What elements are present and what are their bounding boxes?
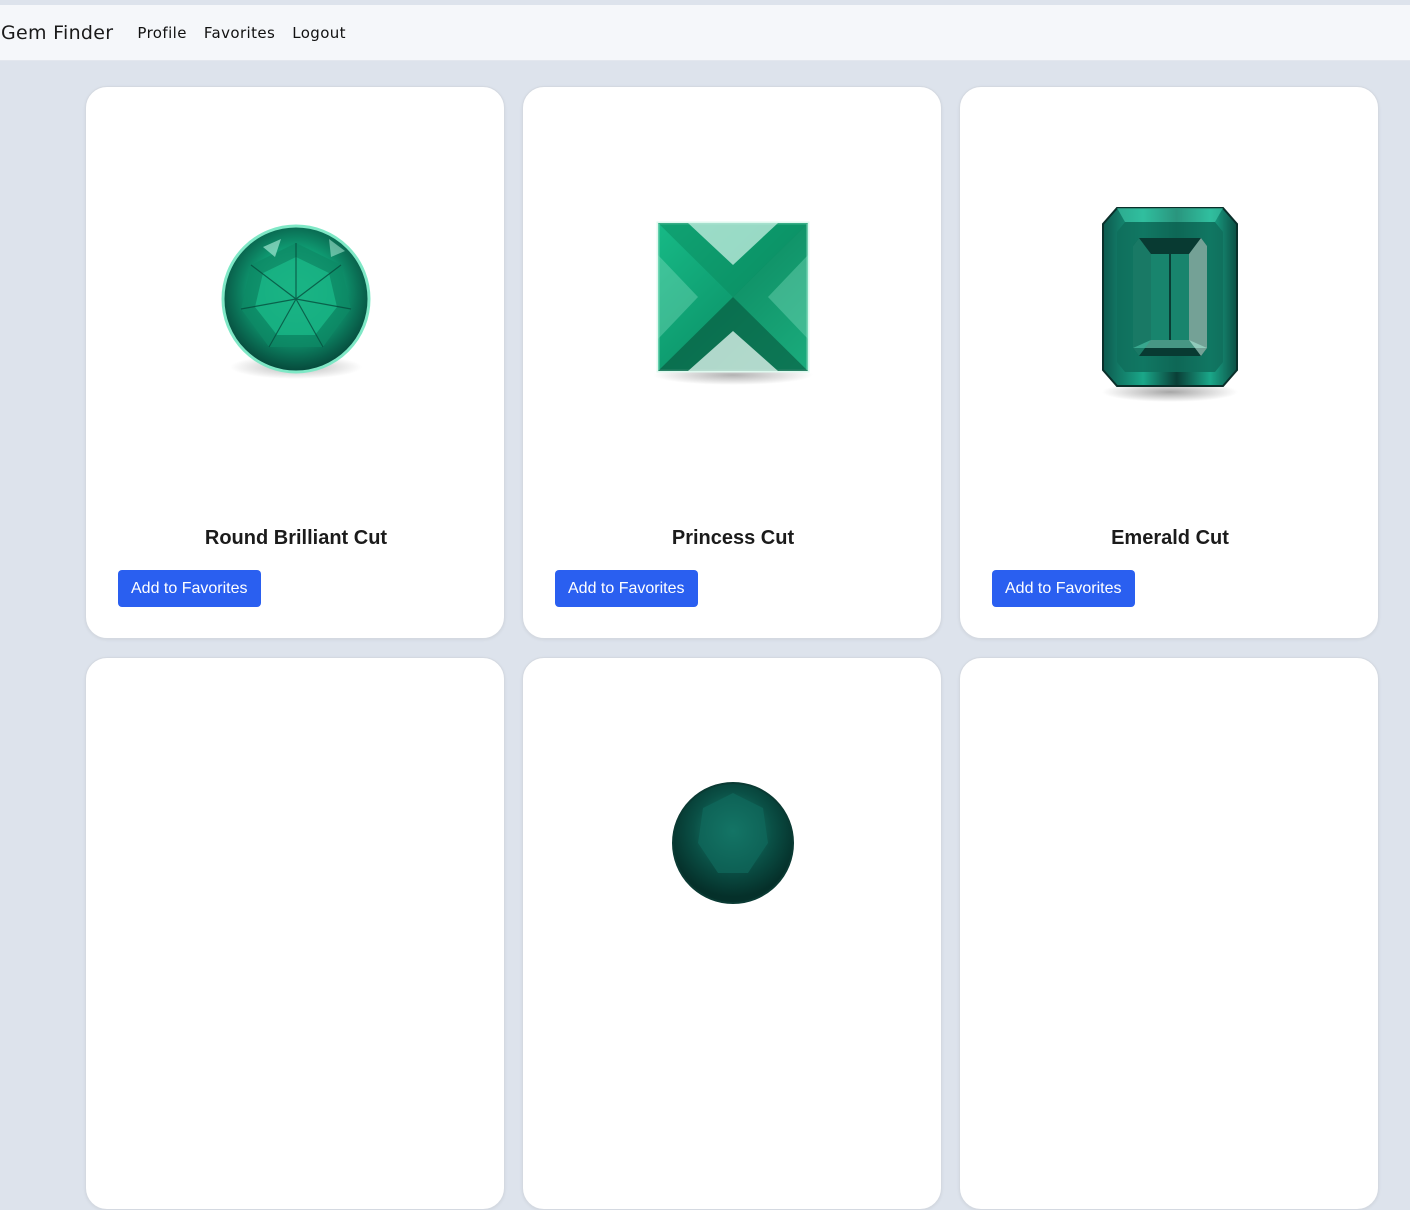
emerald-gem-icon xyxy=(1102,206,1238,402)
gem-image xyxy=(86,658,504,1088)
gem-card xyxy=(522,657,942,1210)
gem-grid: Round Brilliant Cut Add to Favorites Pri… xyxy=(85,86,1379,1210)
round-gem-icon xyxy=(221,224,371,379)
gem-title: Princess Cut xyxy=(671,527,795,549)
add-to-favorites-button[interactable]: Add to Favorites xyxy=(118,570,261,607)
princess-gem-icon xyxy=(653,221,813,385)
round-dark-gem-icon xyxy=(672,782,794,904)
gem-card xyxy=(959,657,1379,1210)
gem-card: Round Brilliant Cut Add to Favorites xyxy=(85,86,505,639)
brand-link[interactable]: Gem Finder xyxy=(1,22,113,44)
nav-link-profile[interactable]: Profile xyxy=(137,24,186,42)
gem-card: Emerald Cut Add to Favorites xyxy=(959,86,1379,639)
navbar: Gem Finder Profile Favorites Logout xyxy=(0,5,1410,61)
nav-link-favorites[interactable]: Favorites xyxy=(204,24,275,42)
gem-image xyxy=(86,87,504,517)
add-to-favorites-button[interactable]: Add to Favorites xyxy=(555,570,698,607)
gem-title: Emerald Cut xyxy=(1111,527,1229,549)
gem-image xyxy=(523,87,941,517)
gem-image xyxy=(960,87,1378,517)
gem-image xyxy=(523,658,941,1088)
nav-link-logout[interactable]: Logout xyxy=(292,24,346,42)
gem-title: Round Brilliant Cut xyxy=(204,527,388,549)
add-to-favorites-button[interactable]: Add to Favorites xyxy=(992,570,1135,607)
gem-image xyxy=(960,658,1378,1088)
gem-card xyxy=(85,657,505,1210)
gem-card: Princess Cut Add to Favorites xyxy=(522,86,942,639)
